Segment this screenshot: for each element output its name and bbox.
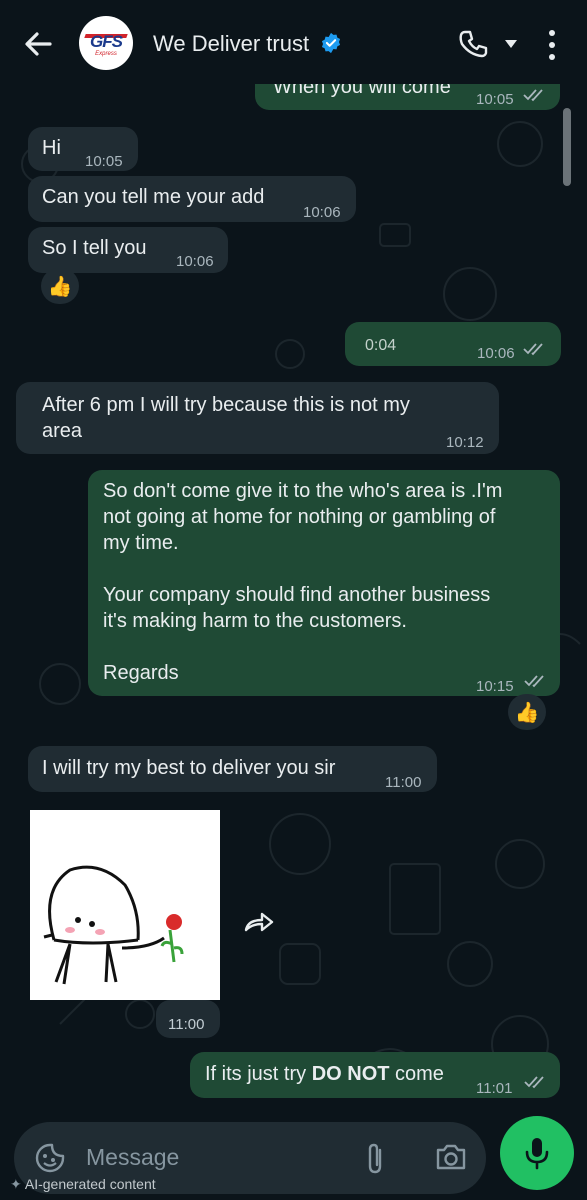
message-bubble-incoming[interactable]: I will try my best to deliver you sir 11… (28, 746, 437, 792)
message-text-line: area (42, 420, 83, 442)
ai-generated-label: AI-generated content (24, 1176, 156, 1192)
message-time: 10:06 (303, 204, 341, 221)
contact-avatar[interactable]: GFS Express (79, 16, 133, 70)
sticker-icon[interactable] (34, 1142, 66, 1174)
message-text-line: So don't come give it to the who's area … (103, 480, 503, 502)
message-time: 11:00 (385, 774, 422, 791)
logo-subtext: Express (95, 51, 117, 57)
message-bubble-incoming[interactable]: Can you tell me your add 10:06 (28, 176, 356, 222)
message-bubble-incoming[interactable]: After 6 pm I will try because this is no… (16, 382, 499, 454)
message-time: 10:15 (476, 678, 514, 695)
message-time: 11:00 (168, 1016, 205, 1033)
logo-text: GFS (90, 32, 123, 51)
message-time: 10:06 (477, 345, 515, 362)
voice-message-bubble[interactable]: 0:04 10:06 (345, 322, 561, 366)
message-text-line: After 6 pm I will try because this is no… (42, 394, 410, 416)
message-text-line: my time. (103, 532, 179, 554)
dropdown-caret-icon[interactable] (503, 38, 519, 50)
reaction-badge[interactable]: 👍 (508, 694, 546, 730)
sticker-image[interactable] (30, 810, 220, 1000)
reaction-badge[interactable]: 👍 (41, 268, 79, 304)
message-text-line: Your company should find another busines… (103, 584, 491, 606)
camera-icon[interactable] (434, 1142, 468, 1172)
message-bubble-incoming[interactable]: So I tell you 10:06 (28, 227, 228, 273)
attach-icon[interactable] (362, 1142, 390, 1176)
read-ticks-icon (524, 1076, 544, 1089)
voice-duration: 0:04 (365, 337, 397, 354)
forward-icon[interactable] (238, 900, 282, 944)
message-bubble-outgoing[interactable]: So don't come give it to the who's area … (88, 470, 560, 696)
message-bubble-outgoing[interactable]: If its just try DO NOT come 11:01 (190, 1052, 560, 1098)
scrollbar-thumb[interactable] (563, 108, 571, 186)
read-ticks-icon (523, 343, 543, 356)
message-text: I will try my best to deliver you sir (42, 757, 336, 779)
message-text-part: If its just try (205, 1063, 312, 1085)
message-input[interactable]: Message (86, 1144, 179, 1171)
more-options-icon[interactable] (544, 28, 560, 62)
sticker-drawing (43, 865, 184, 985)
sticker-time-pill: 11:00 (156, 1000, 220, 1038)
contact-name[interactable]: We Deliver trust (153, 31, 309, 57)
message-text-part: come (389, 1063, 444, 1085)
phone-icon[interactable] (458, 28, 490, 60)
back-arrow-icon[interactable] (20, 26, 56, 62)
message-time: 11:01 (476, 1080, 513, 1097)
mic-icon (525, 1138, 549, 1170)
mic-button[interactable] (500, 1116, 574, 1190)
verified-badge-icon (321, 32, 341, 54)
read-ticks-icon (524, 675, 544, 688)
message-text: Hi (42, 137, 61, 159)
sparkle-icon: ✦ (10, 1176, 25, 1192)
message-time: 10:06 (176, 253, 214, 270)
message-text: If its just try DO NOT come (205, 1061, 444, 1087)
message-text-line: not going at home for nothing or gamblin… (103, 506, 496, 528)
message-text-bold: DO NOT (311, 1063, 390, 1085)
ai-generated-note: ✦ AI-generated content (10, 1176, 156, 1193)
message-text: Can you tell me your add (42, 186, 265, 208)
message-time: 10:12 (446, 434, 484, 451)
read-ticks-icon (523, 89, 543, 102)
message-text-line: it's making harm to the customers. (103, 610, 407, 632)
message-bubble-incoming[interactable]: Hi 10:05 (28, 127, 138, 171)
thumbs-up-icon: 👍 (47, 275, 73, 298)
message-time: 10:05 (85, 153, 123, 170)
thumbs-up-icon: 👍 (514, 701, 540, 724)
message-text-line: Regards (103, 662, 179, 684)
message-time: 10:05 (476, 91, 514, 108)
message-text: So I tell you (42, 237, 147, 259)
chat-header: GFS Express We Deliver trust (0, 0, 587, 84)
